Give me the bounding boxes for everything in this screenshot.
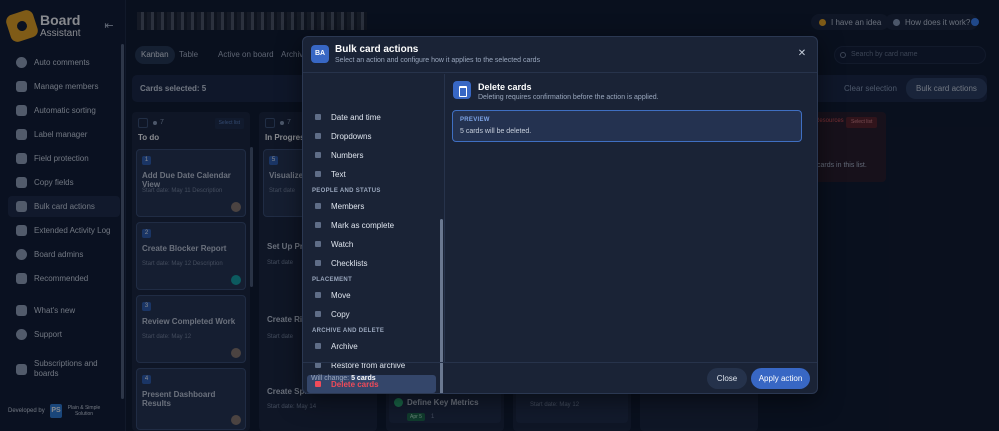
modal-header: BA Bulk card actions Select an action an… <box>303 37 817 73</box>
modal-footer: Will change: 5 cards Close Apply action <box>303 362 817 393</box>
close-icon[interactable]: ✕ <box>796 48 808 60</box>
trash-icon <box>453 81 471 99</box>
action-label: Watch <box>331 239 354 249</box>
calendar-icon <box>315 114 321 120</box>
action-label: Dropdowns <box>331 131 372 141</box>
checklist-icon <box>315 260 321 266</box>
action-list: Date and time Dropdowns Numbers Text PEO… <box>303 74 445 393</box>
action-label: Copy <box>331 309 350 319</box>
action-label: Archive <box>331 341 358 351</box>
action-label: Date and time <box>331 112 381 122</box>
action-mark-as-complete[interactable]: Mark as complete <box>307 216 436 234</box>
action-label: Move <box>331 290 351 300</box>
action-detail-panel: Delete cards Deleting requires confirmat… <box>446 74 817 362</box>
arrow-right-icon <box>315 292 321 298</box>
will-change-label: Will change: <box>311 375 350 382</box>
hash-icon <box>315 152 321 158</box>
preview-label: PREVIEW <box>460 117 490 123</box>
modal-subtitle: Select an action and configure how it ap… <box>335 57 541 64</box>
detail-subtitle: Deleting requires confirmation before th… <box>478 94 659 101</box>
action-checklists[interactable]: Checklists <box>307 254 436 272</box>
apply-action-button[interactable]: Apply action <box>751 368 810 389</box>
text-icon <box>315 171 321 177</box>
group-placement: PLACEMENT <box>312 277 353 283</box>
action-label: Mark as complete <box>331 220 395 230</box>
action-members[interactable]: Members <box>307 197 436 215</box>
archive-icon <box>315 343 321 349</box>
modal-badge: BA <box>311 45 329 63</box>
action-archive[interactable]: Archive <box>307 337 436 355</box>
eye-icon <box>315 241 321 247</box>
bulk-card-actions-modal: BA Bulk card actions Select an action an… <box>302 36 818 394</box>
action-text[interactable]: Text <box>307 165 436 183</box>
copy-icon <box>315 311 321 317</box>
action-dropdowns[interactable]: Dropdowns <box>307 127 436 145</box>
action-move[interactable]: Move <box>307 286 436 304</box>
action-label: Checklists <box>331 258 368 268</box>
action-numbers[interactable]: Numbers <box>307 146 436 164</box>
action-label: Members <box>331 201 365 211</box>
action-copy[interactable]: Copy <box>307 305 436 323</box>
check-circle-icon <box>315 222 321 228</box>
members-icon <box>315 203 321 209</box>
action-label: Numbers <box>331 150 364 160</box>
close-button[interactable]: Close <box>707 368 747 389</box>
will-change-count: 5 cards <box>351 375 376 382</box>
preview-text: 5 cards will be deleted. <box>460 128 532 135</box>
action-date-and-time[interactable]: Date and time <box>307 108 436 126</box>
dropdown-icon <box>315 133 321 139</box>
preview-box: PREVIEW 5 cards will be deleted. <box>452 110 802 142</box>
group-archive-and-delete: ARCHIVE AND DELETE <box>312 328 385 334</box>
will-change-summary: Will change: 5 cards <box>311 375 376 382</box>
action-label: Text <box>331 169 346 179</box>
group-people-and-status: PEOPLE AND STATUS <box>312 188 381 194</box>
detail-title: Delete cards <box>478 82 532 92</box>
action-watch[interactable]: Watch <box>307 235 436 253</box>
modal-title: Bulk card actions <box>335 44 419 55</box>
